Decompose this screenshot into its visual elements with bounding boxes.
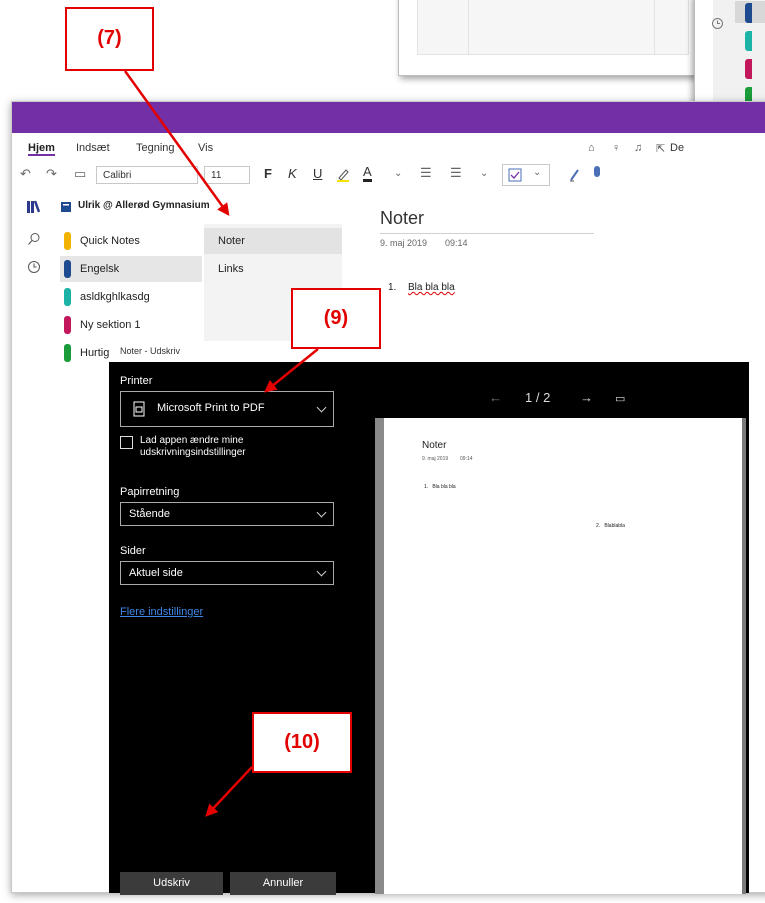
arrow-to-print-button xyxy=(205,766,253,817)
callout-7: (7) xyxy=(65,7,154,71)
arrow-to-printer-select xyxy=(264,348,319,393)
annotation-arrows xyxy=(123,70,319,817)
arrow-to-noter-page xyxy=(123,70,230,217)
callout-9: (9) xyxy=(291,288,381,349)
callout-10: (10) xyxy=(252,712,352,773)
